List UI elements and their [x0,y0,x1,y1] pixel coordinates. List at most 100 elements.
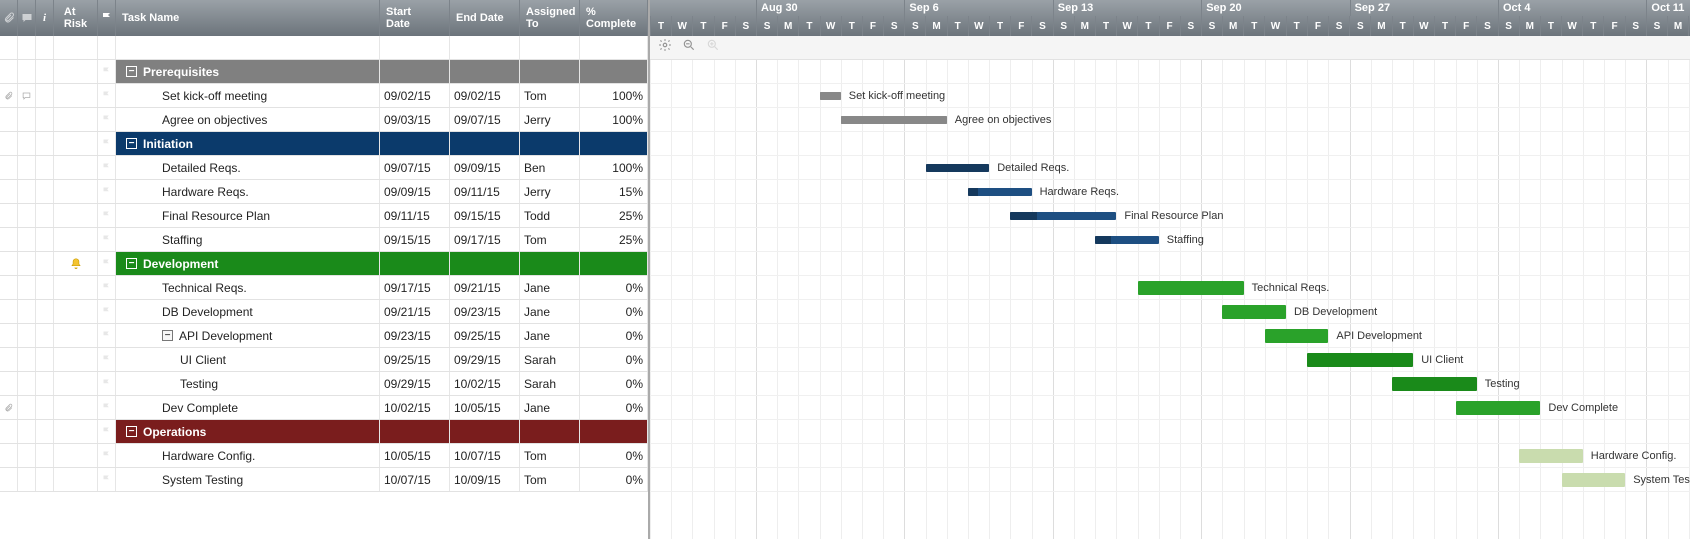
gantt-row[interactable]: Final Resource Plan [650,204,1690,228]
cell-assigned[interactable]: Tom [520,468,580,491]
cell-task-name[interactable]: Detailed Reqs. [116,156,380,179]
cell-at-risk[interactable] [54,444,98,467]
task-row[interactable]: Hardware Reqs.09/09/1509/11/15Jerry15% [0,180,648,204]
cell-start-date[interactable] [380,132,450,155]
cell-comment[interactable] [18,300,36,323]
task-row[interactable]: −API Development09/23/1509/25/15Jane0% [0,324,648,348]
col-comment[interactable] [18,0,36,36]
cell-attach[interactable] [0,252,18,275]
cell-pct-complete[interactable]: 15% [580,180,648,203]
gantt-row[interactable] [650,252,1690,276]
cell-at-risk[interactable] [54,300,98,323]
gantt-row[interactable]: API Development [650,324,1690,348]
gantt-row[interactable]: Testing [650,372,1690,396]
gantt-row[interactable]: Agree on objectives [650,108,1690,132]
cell-task-name[interactable]: −Development [116,252,380,275]
cell-end-date[interactable]: 10/02/15 [450,372,520,395]
cell-at-risk[interactable] [54,324,98,347]
gantt-bar[interactable]: Agree on objectives [841,116,947,124]
cell-task-name[interactable]: Technical Reqs. [116,276,380,299]
cell-task-name[interactable]: UI Client [116,348,380,371]
cell-task-name[interactable]: −Prerequisites [116,60,380,83]
cell-attach[interactable] [0,204,18,227]
cell-assigned[interactable]: Ben [520,156,580,179]
gantt-bar[interactable]: Final Resource Plan [1010,212,1116,220]
cell-task-name[interactable]: −API Development [116,324,380,347]
cell-pct-complete[interactable]: 0% [580,372,648,395]
cell-start-date[interactable]: 09/03/15 [380,108,450,131]
cell-assigned[interactable]: Jerry [520,108,580,131]
gantt-row[interactable] [650,60,1690,84]
cell-start-date[interactable]: 09/23/15 [380,324,450,347]
cell-flag[interactable] [98,204,116,227]
cell-at-risk[interactable] [54,204,98,227]
cell-task-name[interactable]: Hardware Reqs. [116,180,380,203]
task-row[interactable]: System Testing10/07/1510/09/15Tom0% [0,468,648,492]
cell-attach[interactable] [0,228,18,251]
cell-pct-complete[interactable]: 25% [580,204,648,227]
cell-at-risk[interactable] [54,348,98,371]
col-assigned[interactable]: Assigned To [520,0,580,36]
cell-comment[interactable] [18,420,36,443]
cell-at-risk[interactable] [54,276,98,299]
cell-comment[interactable] [18,372,36,395]
cell-task-name[interactable]: Hardware Config. [116,444,380,467]
cell-flag[interactable] [98,60,116,83]
cell-flag[interactable] [98,444,116,467]
cell-comment[interactable] [18,396,36,419]
col-flag[interactable] [98,0,116,36]
cell-pct-complete[interactable]: 100% [580,108,648,131]
cell-attach[interactable] [0,372,18,395]
gantt-row[interactable]: Staffing [650,228,1690,252]
cell-at-risk[interactable] [54,396,98,419]
gantt-row[interactable]: Dev Complete [650,396,1690,420]
collapse-icon[interactable]: − [126,258,137,269]
gantt-bar[interactable]: API Development [1265,329,1329,343]
cell-comment[interactable] [18,132,36,155]
cell-end-date[interactable] [450,420,520,443]
gantt-row[interactable] [650,132,1690,156]
zoom-in-icon[interactable] [706,38,720,57]
cell-flag[interactable] [98,228,116,251]
cell-assigned[interactable] [520,60,580,83]
gantt-row[interactable]: Set kick-off meeting [650,84,1690,108]
gantt-bar[interactable]: Dev Complete [1456,401,1541,415]
cell-at-risk[interactable] [54,468,98,491]
cell-comment[interactable] [18,84,36,107]
task-row[interactable]: Staffing09/15/1509/17/15Tom25% [0,228,648,252]
gantt-bar[interactable]: Technical Reqs. [1138,281,1244,295]
cell-attach[interactable] [0,348,18,371]
cell-end-date[interactable] [450,60,520,83]
cell-end-date[interactable]: 09/29/15 [450,348,520,371]
cell-assigned[interactable] [520,132,580,155]
cell-attach[interactable] [0,420,18,443]
cell-assigned[interactable]: Sarah [520,372,580,395]
cell-attach[interactable] [0,324,18,347]
cell-start-date[interactable]: 09/17/15 [380,276,450,299]
collapse-icon[interactable]: − [162,330,173,341]
cell-pct-complete[interactable]: 0% [580,324,648,347]
cell-end-date[interactable]: 10/05/15 [450,396,520,419]
task-row[interactable]: Hardware Config.10/05/1510/07/15Tom0% [0,444,648,468]
cell-start-date[interactable]: 09/07/15 [380,156,450,179]
cell-flag[interactable] [98,156,116,179]
cell-end-date[interactable]: 09/21/15 [450,276,520,299]
gantt-row[interactable] [650,420,1690,444]
gantt-row[interactable]: System Testing [650,468,1690,492]
cell-at-risk[interactable] [54,132,98,155]
col-at-risk[interactable]: At Risk [54,0,98,36]
cell-comment[interactable] [18,180,36,203]
cell-task-name[interactable]: Agree on objectives [116,108,380,131]
cell-comment[interactable] [18,252,36,275]
cell-flag[interactable] [98,372,116,395]
cell-attach[interactable] [0,156,18,179]
gantt-body[interactable]: Set kick-off meeting Agree on objectives D… [650,60,1690,539]
cell-assigned[interactable]: Todd [520,204,580,227]
cell-end-date[interactable]: 10/09/15 [450,468,520,491]
cell-comment[interactable] [18,276,36,299]
gantt-row[interactable]: UI Client [650,348,1690,372]
cell-task-name[interactable]: −Initiation [116,132,380,155]
cell-assigned[interactable] [520,252,580,275]
cell-flag[interactable] [98,132,116,155]
cell-pct-complete[interactable] [580,132,648,155]
